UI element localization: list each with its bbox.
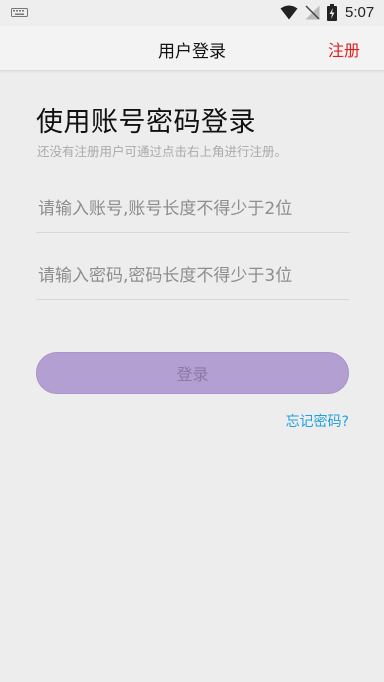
login-subheading: 还没有注册用户可通过点击右上角进行注册。 — [37, 144, 288, 159]
status-bar: 5:07 — [0, 0, 384, 26]
status-clock: 5:07 — [345, 4, 375, 21]
password-input[interactable] — [36, 252, 349, 299]
password-field — [36, 252, 349, 300]
login-button[interactable]: 登录 — [36, 352, 349, 394]
forgot-password-link[interactable]: 忘记密码? — [286, 411, 349, 431]
wifi-icon — [280, 5, 298, 20]
battery-charging-icon — [327, 4, 337, 21]
register-button[interactable]: 注册 — [328, 37, 360, 61]
account-field — [36, 185, 349, 233]
keyboard-icon — [11, 8, 28, 17]
no-signal-icon — [305, 5, 320, 20]
account-input[interactable] — [36, 185, 349, 232]
app-bar: 用户登录 注册 — [0, 26, 384, 71]
page-title: 用户登录 — [158, 42, 226, 62]
login-heading: 使用账号密码登录 — [36, 107, 256, 138]
